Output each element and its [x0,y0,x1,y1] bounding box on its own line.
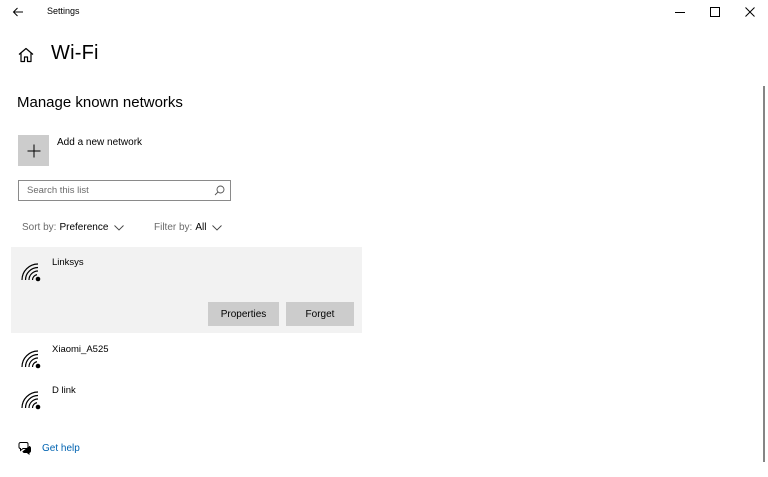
back-arrow-icon [12,7,23,17]
wifi-secured-icon [21,350,41,369]
network-name: D link [52,385,76,396]
sort-value: Preference [59,222,109,233]
minimize-button[interactable] [668,2,692,22]
network-item-dlink[interactable]: D link [11,381,362,417]
forget-button[interactable]: Forget [286,302,354,326]
back-button[interactable] [8,2,28,22]
network-name: Linksys [52,257,84,268]
minimize-icon [675,12,685,13]
title-bar: Settings [0,0,768,24]
help-chat-icon [18,442,31,455]
close-icon [745,7,755,17]
chevron-down-icon [114,224,125,231]
settings-window: Settings Wi-Fi Manage known networks Add… [0,0,768,477]
network-name: Xiaomi_A525 [52,344,109,355]
search-box [18,180,231,201]
chevron-down-icon [212,224,223,231]
search-icon[interactable] [214,185,225,196]
filter-dropdown[interactable]: Filter by: All [154,222,223,233]
network-item-linksys[interactable]: Linksys Properties Forget [11,247,362,333]
close-button[interactable] [738,2,762,22]
wifi-secured-icon [21,391,41,410]
section-title: Manage known networks [17,94,183,111]
network-item-xiaomi[interactable]: Xiaomi_A525 [11,340,362,376]
filter-value: All [195,222,207,233]
add-network-label[interactable]: Add a new network [57,137,142,148]
plus-icon [27,144,40,157]
scrollbar[interactable] [763,86,765,462]
home-icon[interactable] [17,46,35,64]
wifi-secured-icon [21,263,41,282]
maximize-button[interactable] [703,2,727,22]
maximize-icon [710,7,720,17]
properties-button[interactable]: Properties [208,302,279,326]
search-input[interactable] [19,181,217,200]
page-title: Wi-Fi [51,42,99,64]
get-help-link[interactable]: Get help [18,441,80,455]
get-help-label[interactable]: Get help [42,443,80,454]
filter-label: Filter by: [154,222,193,233]
sort-label: Sort by: [22,222,57,233]
add-network-button[interactable] [18,135,49,166]
sort-dropdown[interactable]: Sort by: Preference [22,222,125,233]
app-title: Settings [47,6,80,16]
